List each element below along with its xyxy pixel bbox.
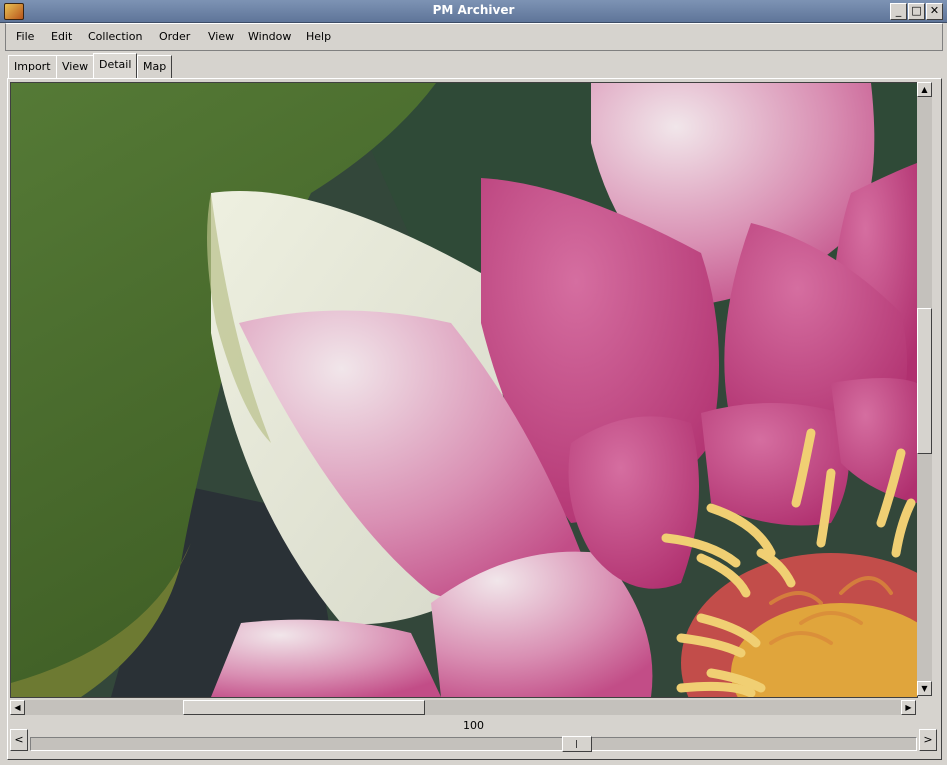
title-bar: PM Archiver _ □ ✕ (0, 0, 947, 23)
maximize-button[interactable]: □ (908, 3, 925, 20)
tab-import[interactable]: Import (8, 55, 57, 78)
menu-collection[interactable]: Collection (88, 30, 142, 43)
zoom-decrease-button[interactable]: < (10, 729, 28, 751)
horizontal-scroll-thumb[interactable] (183, 700, 425, 715)
tab-map[interactable]: Map (137, 55, 173, 78)
scroll-down-icon[interactable]: ▼ (917, 681, 932, 696)
minimize-button[interactable]: _ (890, 3, 907, 20)
scroll-right-icon[interactable]: ▶ (901, 700, 916, 715)
menu-window[interactable]: Window (248, 30, 291, 43)
close-button[interactable]: ✕ (926, 3, 943, 20)
water-lily-photo (11, 83, 917, 697)
tab-view[interactable]: View (56, 55, 95, 78)
zoom-slider-thumb[interactable] (562, 736, 592, 752)
zoom-increase-button[interactable]: > (919, 729, 937, 751)
image-viewport[interactable] (10, 82, 918, 698)
horizontal-scrollbar[interactable]: ◀ ▶ (10, 700, 916, 715)
tab-detail[interactable]: Detail (93, 53, 138, 79)
vertical-scrollbar[interactable]: ▲ ▼ (917, 82, 932, 696)
window-title: PM Archiver (432, 3, 515, 17)
menu-bar: File Edit Collection Order View Window H… (5, 23, 943, 51)
menu-order[interactable]: Order (159, 30, 190, 43)
menu-view[interactable]: View (208, 30, 234, 43)
zoom-slider: < > (10, 729, 937, 753)
zoom-track[interactable] (30, 736, 917, 752)
scroll-left-icon[interactable]: ◀ (10, 700, 25, 715)
vertical-scroll-thumb[interactable] (917, 308, 932, 454)
menu-edit[interactable]: Edit (51, 30, 72, 43)
menu-file[interactable]: File (16, 30, 34, 43)
scroll-up-icon[interactable]: ▲ (917, 82, 932, 97)
menu-help[interactable]: Help (306, 30, 331, 43)
